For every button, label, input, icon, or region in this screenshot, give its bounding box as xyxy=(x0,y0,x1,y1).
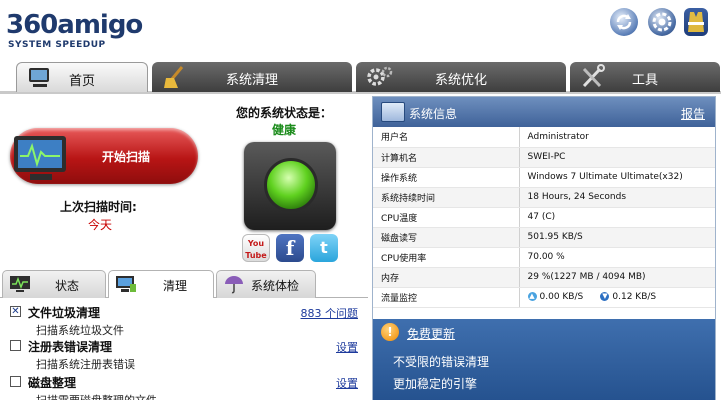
table-row: 磁盘读写 501.95 KB/S xyxy=(373,227,715,248)
computer-icon xyxy=(381,102,405,122)
upload-speed: 0.00 KB/S xyxy=(539,292,584,302)
subtab-status-label: 状态 xyxy=(55,279,80,293)
clean-item-list: ✕ 文件垃圾清理 扫描系统垃圾文件 883 个问题 注册表错误清理 扫描系统注册… xyxy=(0,298,368,400)
junk-files-checkbox[interactable]: ✕ xyxy=(10,306,21,317)
tab-tools[interactable]: 工具 xyxy=(570,62,720,92)
table-row: CPU使用率 70.00 % xyxy=(373,247,715,268)
subtab-system-checkup-label: 系统体检 xyxy=(251,279,300,293)
clean-item-title: 注册表错误清理 xyxy=(28,340,113,354)
report-link[interactable]: 报告 xyxy=(681,105,705,122)
status-light-icon xyxy=(264,158,318,212)
junk-files-issues-link[interactable]: 883 个问题 xyxy=(301,305,359,321)
clean-item-registry: 注册表错误清理 扫描系统注册表错误 设置 xyxy=(10,338,360,374)
warning-icon: ! xyxy=(381,323,399,341)
vest-icon[interactable] xyxy=(684,8,708,36)
table-row: 用户名 Administrator xyxy=(373,127,715,148)
table-row: 操作系统 Windows 7 Ultimate Ultimate(x32) xyxy=(373,167,715,188)
facebook-icon[interactable]: f xyxy=(276,234,304,262)
scan-monitor-icon xyxy=(10,132,76,184)
clean-item-junk-files: ✕ 文件垃圾清理 扫描系统垃圾文件 883 个问题 xyxy=(10,304,360,340)
download-speed: 0.12 KB/S xyxy=(612,292,657,302)
logo-subtitle: SYSTEM SPEEDUP xyxy=(8,40,106,50)
tab-home-label: 首页 xyxy=(68,74,95,89)
table-row: 内存 29 %(1227 MB / 4094 MB) xyxy=(373,267,715,288)
table-row: 计算机名 SWEI-PC xyxy=(373,147,715,168)
logo-text: 360amigo xyxy=(6,10,143,40)
umbrella-icon xyxy=(223,274,245,294)
youtube-icon[interactable]: You Tube xyxy=(242,234,270,262)
free-update-item: 更加稳定的引擎 xyxy=(393,377,478,391)
tab-tools-label: 工具 xyxy=(631,73,658,88)
system-info-table: 用户名 Administrator 计算机名 SWEI-PC 操作系统 Windows… xyxy=(373,127,715,308)
tab-system-optimize[interactable]: 系统优化 xyxy=(356,62,566,92)
clean-item-title: 磁盘整理 xyxy=(28,376,77,390)
refresh-icon[interactable] xyxy=(610,8,638,36)
system-info-panel: 系统信息 报告 用户名 Administrator 计算机名 SWEI-PC 操作系… xyxy=(372,96,716,400)
tab-system-cleanup[interactable]: 系统清理 xyxy=(152,62,352,92)
settings-icon[interactable] xyxy=(648,8,676,36)
defrag-settings-link[interactable]: 设置 xyxy=(336,375,358,391)
free-update-box: ! 免费更新 不受限的错误清理 更加稳定的引擎 xyxy=(373,319,715,400)
system-info-header: 系统信息 报告 xyxy=(373,97,715,127)
defrag-checkbox[interactable] xyxy=(10,376,21,387)
app-logo: 360amigo SYSTEM SPEEDUP xyxy=(4,8,143,54)
free-update-item: 不受限的错误清理 xyxy=(393,355,490,369)
table-row: CPU温度 47 (C) xyxy=(373,207,715,228)
status-indicator xyxy=(244,142,336,230)
clean-item-desc: 扫描系统垃圾文件 xyxy=(36,324,124,337)
clean-item-desc: 扫描需要磁盘整理的文件 xyxy=(36,392,157,400)
subtab-clean[interactable]: 清理 xyxy=(108,270,214,299)
sub-tab-bar: 状态 清理 系统体检 xyxy=(0,270,368,299)
upload-arrow-icon: ▲ xyxy=(527,292,537,301)
last-scan-title: 上次扫描时间: xyxy=(60,200,137,214)
clean-item-defrag: 磁盘整理 扫描需要磁盘整理的文件 设置 xyxy=(10,374,360,400)
download-arrow-icon: ▼ xyxy=(600,292,610,301)
registry-checkbox[interactable] xyxy=(10,340,21,351)
twitter-icon[interactable]: t xyxy=(310,234,338,262)
subtab-status[interactable]: 状态 xyxy=(2,270,106,298)
system-info-title: 系统信息 xyxy=(409,107,458,121)
last-scan-value: 今天 xyxy=(88,218,113,232)
tab-home[interactable]: 首页 xyxy=(16,62,148,92)
tab-system-optimize-label: 系统优化 xyxy=(434,73,487,88)
clean-item-title: 文件垃圾清理 xyxy=(28,306,101,320)
table-row: 流量监控 ▲ 0.00 KB/S ▼ 0.12 KB/S xyxy=(373,287,715,308)
registry-settings-link[interactable]: 设置 xyxy=(336,339,358,355)
free-update-link[interactable]: 免费更新 xyxy=(407,325,455,342)
traffic-values: ▲ 0.00 KB/S ▼ 0.12 KB/S xyxy=(519,287,715,308)
system-status-title: 您的系统状态是： xyxy=(236,106,333,120)
clean-item-desc: 扫描系统注册表错误 xyxy=(36,358,135,371)
subtab-clean-label: 清理 xyxy=(163,279,188,293)
subtab-system-checkup[interactable]: 系统体检 xyxy=(216,270,316,298)
main-tab-bar: 首页 系统清理 系统优化 工具 xyxy=(0,60,721,94)
monitor-icon xyxy=(9,274,31,294)
tab-system-cleanup-label: 系统清理 xyxy=(225,73,278,88)
system-status-value: 健康 xyxy=(272,123,297,137)
start-scan-label: 开始扫描 xyxy=(102,150,151,164)
clean-icon xyxy=(115,274,137,294)
app-header: 360amigo SYSTEM SPEEDUP xyxy=(0,0,721,60)
table-row: 系统持续时间 18 Hours, 24 Seconds xyxy=(373,187,715,208)
